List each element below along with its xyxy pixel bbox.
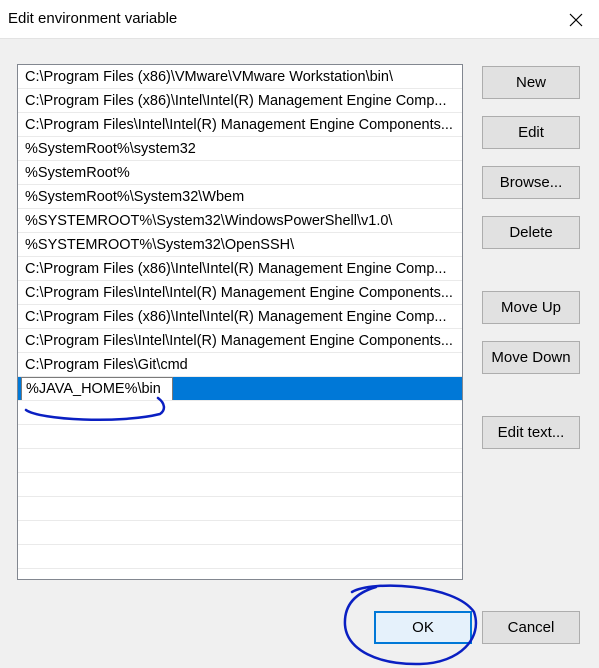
list-item[interactable]: C:\Program Files (x86)\Intel\Intel(R) Ma… xyxy=(18,305,462,329)
empty-list-row[interactable] xyxy=(18,425,462,449)
dialog-title: Edit environment variable xyxy=(8,10,178,27)
list-item[interactable]: %SYSTEMROOT%\System32\OpenSSH\ xyxy=(18,233,462,257)
path-list[interactable]: C:\Program Files (x86)\VMware\VMware Wor… xyxy=(17,64,463,580)
edit-text-button[interactable]: Edit text... xyxy=(482,416,580,449)
list-item[interactable]: C:\Program Files\Intel\Intel(R) Manageme… xyxy=(18,281,462,305)
title-bar: Edit environment variable xyxy=(0,0,599,38)
close-icon xyxy=(563,7,589,33)
cancel-button[interactable]: Cancel xyxy=(482,611,580,644)
list-item[interactable]: C:\Program Files (x86)\VMware\VMware Wor… xyxy=(18,65,462,89)
empty-list-row[interactable] xyxy=(18,449,462,473)
list-item[interactable]: C:\Program Files\Git\cmd xyxy=(18,353,462,377)
empty-list-row[interactable] xyxy=(18,521,462,545)
move-up-button[interactable]: Move Up xyxy=(482,291,580,324)
close-button[interactable] xyxy=(563,7,589,33)
list-item[interactable]: C:\Program Files (x86)\Intel\Intel(R) Ma… xyxy=(18,89,462,113)
list-item[interactable]: %SYSTEMROOT%\System32\WindowsPowerShell\… xyxy=(18,209,462,233)
empty-list-row[interactable] xyxy=(18,497,462,521)
empty-list-row[interactable] xyxy=(18,545,462,569)
selected-list-item[interactable]: %JAVA_HOME%\bin xyxy=(18,377,462,401)
list-item[interactable]: C:\Program Files\Intel\Intel(R) Manageme… xyxy=(18,329,462,353)
dialog-body: C:\Program Files (x86)\VMware\VMware Wor… xyxy=(0,38,599,668)
ok-button[interactable]: OK xyxy=(374,611,472,644)
new-button[interactable]: New xyxy=(482,66,580,99)
list-item[interactable]: %SystemRoot%\System32\Wbem xyxy=(18,185,462,209)
move-down-button[interactable]: Move Down xyxy=(482,341,580,374)
delete-button[interactable]: Delete xyxy=(482,216,580,249)
edit-button[interactable]: Edit xyxy=(482,116,580,149)
list-item[interactable]: C:\Program Files (x86)\Intel\Intel(R) Ma… xyxy=(18,257,462,281)
empty-list-row[interactable] xyxy=(18,401,462,425)
list-item[interactable]: C:\Program Files\Intel\Intel(R) Manageme… xyxy=(18,113,462,137)
list-item[interactable]: %SystemRoot% xyxy=(18,161,462,185)
list-item-edit-field[interactable]: %JAVA_HOME%\bin xyxy=(21,377,173,400)
empty-list-row[interactable] xyxy=(18,473,462,497)
list-item[interactable]: %SystemRoot%\system32 xyxy=(18,137,462,161)
browse-button[interactable]: Browse... xyxy=(482,166,580,199)
